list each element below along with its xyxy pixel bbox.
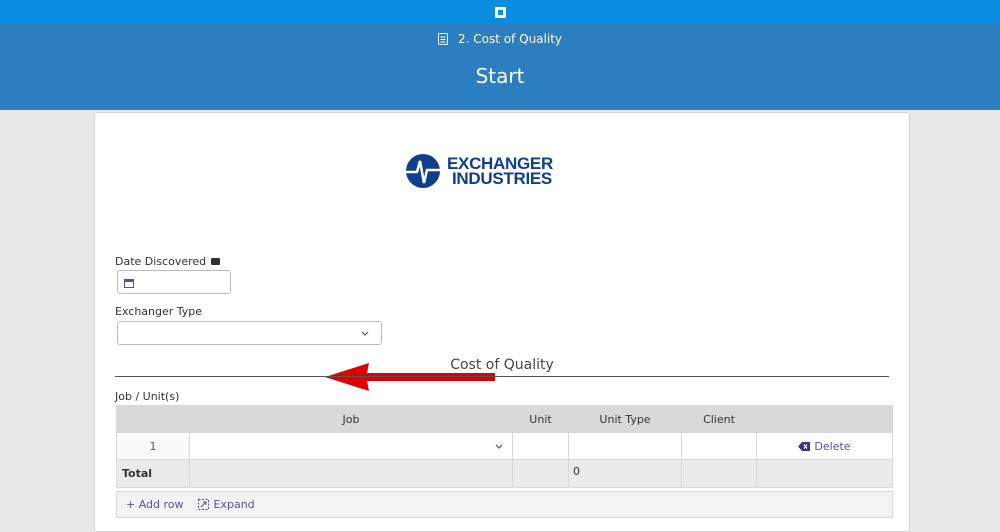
expand-label: Expand bbox=[213, 498, 255, 511]
total-client bbox=[681, 459, 757, 488]
client-cell[interactable] bbox=[681, 432, 757, 460]
top-bar bbox=[0, 0, 1000, 24]
logo-emblem-icon bbox=[406, 154, 440, 188]
help-icon[interactable] bbox=[211, 258, 221, 265]
company-logo: EXCHANGER INDUSTRIES bbox=[405, 153, 553, 189]
date-discovered-label: Date Discovered bbox=[115, 255, 221, 268]
total-unit bbox=[512, 459, 569, 488]
delete-label: Delete bbox=[814, 439, 851, 453]
row-number: 1 bbox=[116, 432, 190, 460]
add-row-button[interactable]: + Add row bbox=[126, 498, 184, 511]
delete-button[interactable]: Delete bbox=[756, 432, 893, 460]
date-label-text: Date Discovered bbox=[115, 255, 207, 268]
job-select[interactable] bbox=[189, 432, 513, 460]
col-actions bbox=[756, 405, 893, 433]
breadcrumb[interactable]: 2. Cost of Quality bbox=[0, 32, 1000, 46]
chevron-down-icon bbox=[495, 444, 503, 449]
document-icon bbox=[437, 33, 448, 45]
total-unit-type: 0 bbox=[568, 459, 682, 488]
col-unit: Unit bbox=[512, 405, 569, 433]
form-card: EXCHANGER INDUSTRIES Date Discovered Exch… bbox=[94, 112, 910, 532]
col-rownum bbox=[116, 405, 190, 433]
header-band: 2. Cost of Quality Start bbox=[0, 24, 1000, 110]
exchanger-type-label: Exchanger Type bbox=[115, 305, 203, 318]
delete-icon bbox=[798, 442, 811, 451]
total-row: Total 0 bbox=[116, 459, 893, 488]
col-client: Client bbox=[681, 405, 757, 433]
table-footer: + Add row Expand bbox=[116, 491, 893, 518]
col-job: Job bbox=[189, 405, 513, 433]
date-discovered-input[interactable] bbox=[117, 270, 231, 294]
section-title: Cost of Quality bbox=[115, 357, 889, 377]
unit-cell[interactable] bbox=[512, 432, 569, 460]
calendar-icon[interactable] bbox=[124, 278, 134, 288]
table-row: 1 Delete bbox=[116, 432, 893, 460]
add-row-label: Add row bbox=[138, 498, 184, 511]
total-job bbox=[189, 459, 513, 488]
page-title: Start bbox=[475, 64, 525, 88]
restore-window-icon[interactable] bbox=[493, 5, 507, 19]
table-label: Job / Unit(s) bbox=[115, 390, 180, 403]
table-header-row: Job Unit Unit Type Client bbox=[116, 405, 893, 433]
total-label: Total bbox=[116, 459, 190, 488]
expand-icon bbox=[197, 499, 209, 510]
total-actions bbox=[756, 459, 893, 488]
job-units-table: Job Unit Unit Type Client 1 Delete Total… bbox=[116, 405, 893, 488]
exchanger-type-select[interactable] bbox=[117, 321, 382, 345]
expand-button[interactable]: Expand bbox=[197, 498, 255, 511]
unit-type-cell[interactable] bbox=[568, 432, 682, 460]
chevron-down-icon bbox=[361, 331, 369, 336]
breadcrumb-label: 2. Cost of Quality bbox=[457, 32, 562, 46]
col-unit-type: Unit Type bbox=[568, 405, 682, 433]
